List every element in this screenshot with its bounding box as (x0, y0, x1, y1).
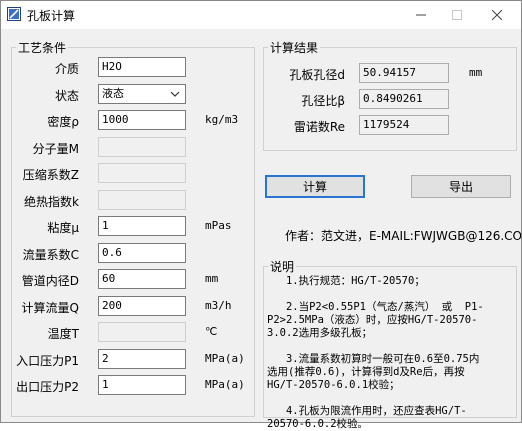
field-unit: kg/m3 (205, 113, 239, 126)
result-value[interactable]: 1179524 (359, 115, 449, 135)
result-unit: mm (469, 66, 483, 79)
field-value: H2O (102, 60, 122, 73)
author-info: 作者：范文进，E-MAIL:FWJWGB@126.COM (285, 229, 522, 243)
field-unit: MPa(a) (205, 352, 245, 365)
result-value[interactable]: 50.94157 (359, 63, 449, 83)
field-input (98, 190, 186, 210)
title-bar[interactable]: 孔板计算 (1, 1, 521, 29)
note-line: P2>2.5MPa（液态）时，应按HG/T-20570- (267, 314, 478, 326)
result-label: 孔板孔径d (289, 68, 345, 82)
field-value: 1 (102, 378, 109, 391)
note-line: 1.执行规范：HG/T-20570； (267, 275, 425, 287)
field-unit: ℃ (205, 325, 218, 338)
field-label: 出口压力P2 (16, 380, 79, 394)
note-line (267, 392, 484, 405)
field-value: 60 (102, 272, 116, 285)
minimize-icon (416, 14, 426, 16)
field-label: 压缩系数Z (22, 168, 79, 182)
field-label: 入口压力P1 (16, 354, 79, 368)
state-select[interactable]: 液态 (98, 84, 186, 104)
note-line: 3.流量系数初算时一般可在0.6至0.75内 (267, 353, 480, 365)
results-title: 计算结果 (270, 41, 319, 55)
chevron-down-icon (170, 91, 180, 97)
field-input[interactable]: 2 (98, 349, 186, 369)
field-input[interactable]: 200 (98, 296, 186, 316)
field-label: 绝热指数k (24, 195, 79, 209)
field-value: 1000 (102, 113, 129, 126)
window-title: 孔板计算 (27, 9, 76, 23)
field-input[interactable]: 1000 (98, 110, 186, 130)
field-input[interactable]: 1 (98, 375, 186, 395)
process-conditions-title: 工艺条件 (18, 41, 67, 55)
close-button[interactable] (477, 1, 517, 29)
note-line: 4.孔板为限流作用时，还应查表HG/T- (267, 405, 467, 417)
app-window: 孔板计算 工艺条件 介质 H2O 状态 液态密度ρ 1000 kg/m3 分子量M 压缩系数Z… (0, 0, 522, 430)
maximize-button[interactable] (437, 1, 477, 29)
minimize-button[interactable] (401, 1, 441, 29)
field-label: 状态 (54, 89, 79, 103)
field-input[interactable]: H2O (98, 57, 186, 77)
field-label: 介质 (54, 62, 79, 76)
field-value: 1 (102, 219, 109, 232)
field-label: 粘度μ (47, 221, 79, 235)
field-label: 流量系数C (22, 248, 79, 262)
field-value: 0.6 (102, 246, 122, 259)
note-line: 2.当P2<0.55P1（气态/蒸汽） 或 P1- (267, 301, 484, 313)
field-input (98, 137, 186, 157)
field-input[interactable]: 60 (98, 269, 186, 289)
notes-text: 1.执行规范：HG/T-20570； 2.当P2<0.55P1（气态/蒸汽） 或… (267, 275, 484, 431)
field-unit: mm (205, 272, 219, 285)
field-unit: mPas (205, 219, 232, 232)
field-unit: MPa(a) (205, 378, 245, 391)
field-label: 密度ρ (47, 115, 79, 129)
close-icon (492, 10, 502, 20)
field-label: 温度T (47, 327, 79, 341)
result-label: 孔径比β (301, 94, 345, 108)
field-value: 2 (102, 352, 109, 365)
field-input (98, 322, 186, 342)
notes-title: 说明 (270, 260, 295, 274)
maximize-icon (452, 10, 462, 20)
export-button[interactable]: 导出 (411, 175, 511, 198)
field-label: 分子量M (32, 142, 79, 156)
field-input[interactable]: 1 (98, 216, 186, 236)
note-line: HG/T-20570-6.0.1校验； (267, 379, 400, 391)
field-unit: m3/h (205, 299, 232, 312)
note-line: 3.0.2选用多级孔板； (267, 327, 373, 339)
field-label: 管道内径D (21, 274, 79, 288)
field-value: 液态 (102, 87, 124, 100)
note-line: 20570-6.0.2校验。 (267, 418, 369, 430)
calculate-button[interactable]: 计算 (265, 175, 365, 198)
note-line: 选用(推荐0.6)，计算得到d及Re后，再按 (267, 366, 465, 378)
note-line (267, 288, 484, 301)
field-input (98, 163, 186, 183)
field-value: 200 (102, 299, 122, 312)
field-label: 计算流量Q (21, 301, 79, 315)
app-icon (7, 7, 21, 21)
field-input[interactable]: 0.6 (98, 243, 186, 263)
result-value[interactable]: 0.8490261 (359, 89, 449, 109)
note-line (267, 340, 484, 353)
result-label: 雷诺数Re (293, 120, 345, 134)
